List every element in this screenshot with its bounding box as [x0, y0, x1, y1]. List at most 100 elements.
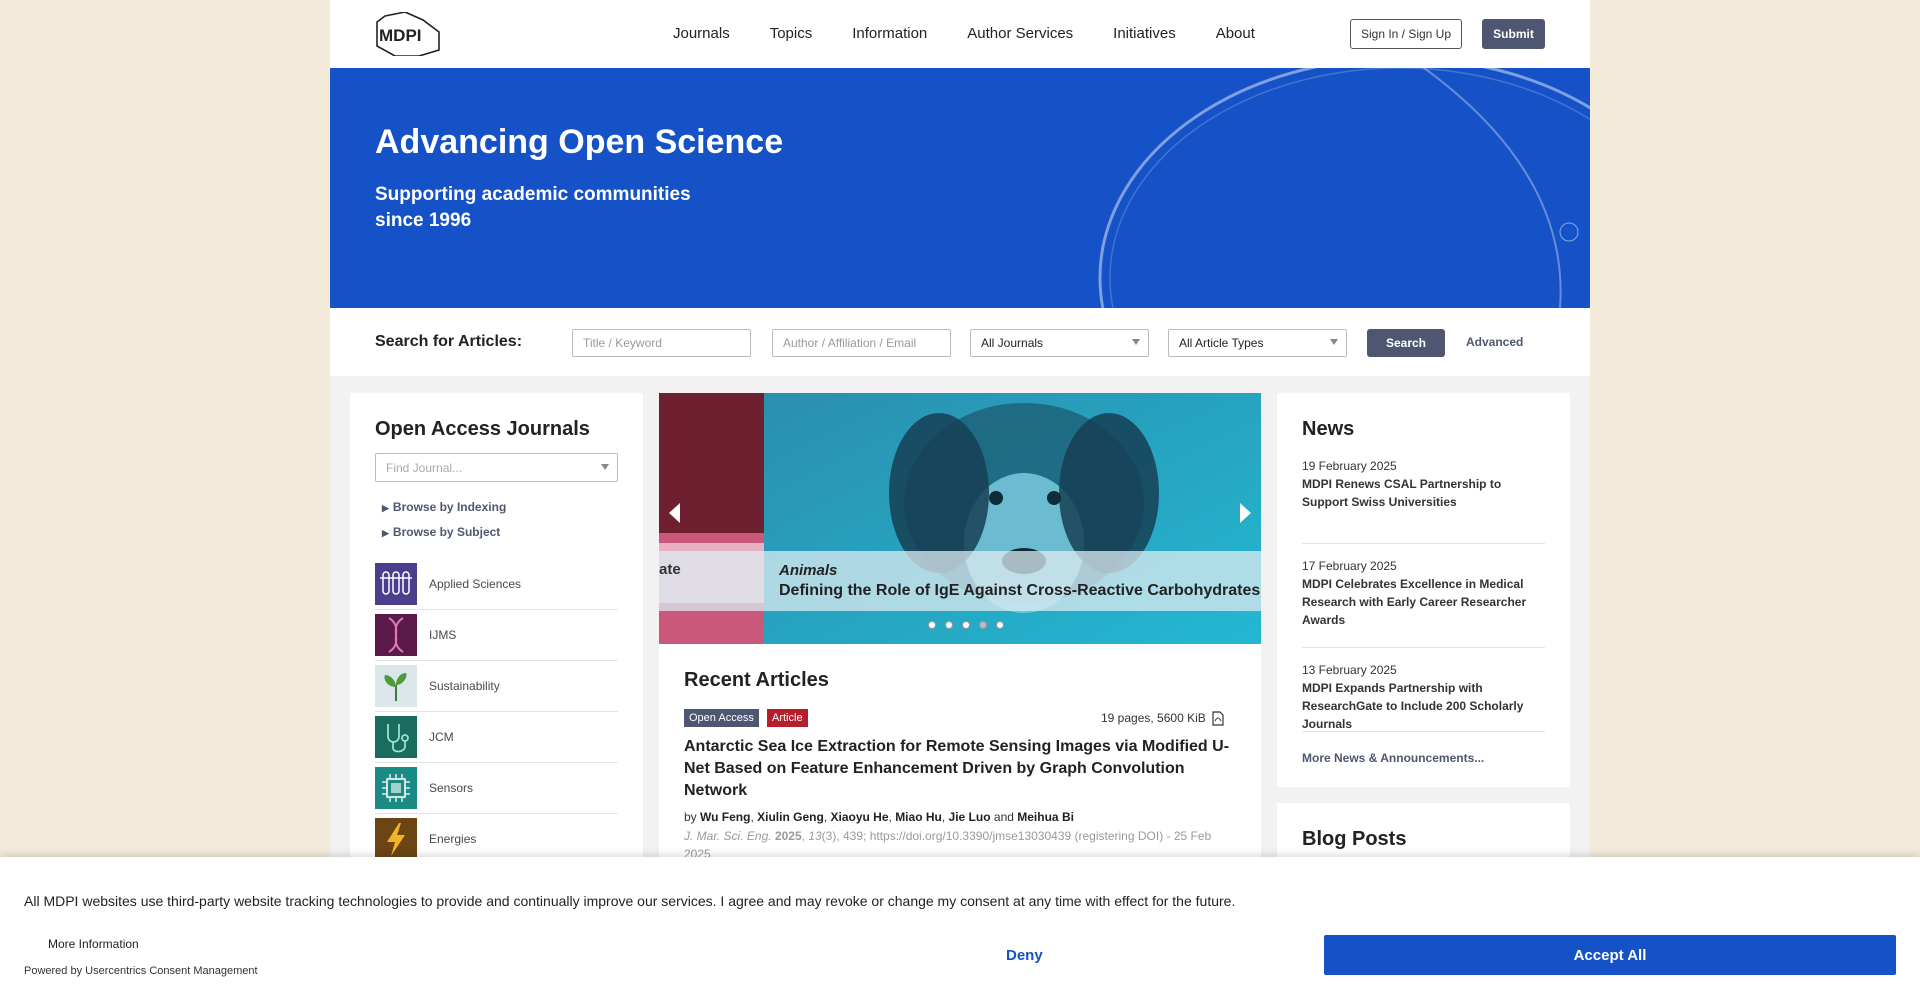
citation-volume: 13 [808, 829, 822, 843]
chevron-down-icon [1132, 339, 1140, 345]
carousel-caption-background [659, 551, 1261, 611]
article-search-bar: Search for Articles: Title / Keyword Aut… [330, 308, 1590, 376]
article-title[interactable]: Antarctic Sea Ice Extraction for Remote … [684, 736, 1244, 802]
search-label: Search for Articles: [375, 333, 523, 350]
author-link[interactable]: Miao Hu [895, 810, 942, 824]
carousel-dot[interactable] [928, 621, 936, 629]
cookie-consent-banner: All MDPI websites use third-party websit… [0, 857, 1920, 993]
blog-heading: Blog Posts [1302, 828, 1407, 850]
hero-banner: Advancing Open Science Supporting academ… [330, 68, 1590, 308]
journal-item-sensors[interactable]: Sensors [375, 763, 618, 814]
open-access-badge: Open Access [684, 709, 759, 727]
browse-by-subject[interactable]: ▶ Browse by Subject [382, 525, 500, 539]
news-heading: News [1302, 418, 1355, 440]
nav-author-services[interactable]: Author Services [967, 25, 1073, 42]
stethoscope-icon [375, 716, 417, 758]
nav-journals[interactable]: Journals [673, 25, 730, 42]
main-nav: Journals Topics Information Author Servi… [673, 25, 1255, 42]
news-item[interactable]: 17 February 2025 MDPI Celebrates Excelle… [1302, 544, 1545, 648]
article-authors: by Wu Feng, Xiulin Geng, Xiaoyu He, Miao… [684, 810, 1074, 824]
carousel-dot[interactable] [996, 621, 1004, 629]
browse-indexing-label: Browse by Indexing [392, 500, 507, 514]
journal-name: JCM [429, 730, 454, 744]
author-link[interactable]: Meihua Bi [1017, 810, 1074, 824]
hero-title: Advancing Open Science [375, 123, 784, 161]
consent-text: All MDPI websites use third-party websit… [24, 893, 1236, 909]
journal-item-sustainability[interactable]: Sustainability [375, 661, 618, 712]
carousel-journal: Animals [779, 562, 838, 579]
article-meta: 19 pages, 5600 KiB [1101, 711, 1206, 725]
news-item[interactable]: 19 February 2025 MDPI Renews CSAL Partne… [1302, 459, 1545, 544]
browse-subject-label: Browse by Subject [392, 525, 501, 539]
journal-item-ijms[interactable]: IJMS [375, 610, 618, 661]
news-date: 19 February 2025 [1302, 459, 1397, 473]
chevron-down-icon [1330, 339, 1338, 345]
more-news-link[interactable]: More News & Announcements... [1302, 751, 1484, 765]
page-container: MDPI Journals Topics Information Author … [330, 0, 1590, 993]
nav-topics[interactable]: Topics [770, 25, 813, 42]
carousel-next-arrow-icon[interactable] [1240, 503, 1251, 523]
article-type-select-value: All Article Types [1179, 336, 1264, 350]
carousel-dot-active[interactable] [979, 621, 987, 629]
journal-name: Energies [429, 832, 477, 846]
carousel-dot[interactable] [962, 621, 970, 629]
author-link[interactable]: Wu Feng [700, 810, 750, 824]
author-link[interactable]: Xiulin Geng [757, 810, 824, 824]
carousel-prev-arrow-icon[interactable] [669, 503, 680, 523]
journal-list: Applied Sciences IJMS Sustainability JCM… [375, 559, 618, 865]
recent-articles-heading: Recent Articles [684, 669, 829, 691]
author-link[interactable]: Xiaoyu He [830, 810, 888, 824]
citation-journal: J. Mar. Sci. Eng. [684, 829, 772, 843]
news-date: 17 February 2025 [1302, 559, 1397, 573]
by-label: by [684, 810, 697, 824]
journal-name: Sensors [429, 781, 474, 795]
find-journal-placeholder: Find Journal... [386, 460, 463, 475]
author-input[interactable]: Author / Affiliation / Email [772, 329, 951, 357]
carousel-dots [928, 621, 1004, 629]
citation-year: 2025 [774, 829, 802, 843]
find-journal-select[interactable]: Find Journal... [375, 453, 618, 482]
journals-heading: Open Access Journals [375, 418, 590, 440]
test-tubes-icon [375, 563, 417, 605]
journal-name: Sustainability [429, 679, 500, 693]
sprout-icon [375, 665, 417, 707]
article-type-badge: Article [767, 709, 808, 727]
journal-select[interactable]: All Journals [970, 329, 1149, 357]
pdf-download-icon[interactable] [1212, 711, 1224, 726]
author-link[interactable]: Jie Luo [949, 810, 991, 824]
hero-subtitle: Supporting academic communities since 19… [375, 184, 691, 231]
accept-all-button[interactable]: Accept All [1324, 935, 1896, 975]
nav-information[interactable]: Information [852, 25, 927, 42]
news-title[interactable]: MDPI Renews CSAL Partnership to Support … [1302, 475, 1545, 511]
chip-icon [375, 767, 417, 809]
search-button[interactable]: Search [1367, 329, 1445, 357]
browse-by-indexing[interactable]: ▶ Browse by Indexing [382, 500, 506, 514]
article-type-select[interactable]: All Article Types [1168, 329, 1347, 357]
logo-text: MDPI [379, 26, 422, 45]
journal-item-applied-sciences[interactable]: Applied Sciences [375, 559, 618, 610]
more-information-link[interactable]: More Information [48, 937, 139, 951]
news-title[interactable]: MDPI Celebrates Excellence in Medical Re… [1302, 575, 1545, 629]
journal-item-jcm[interactable]: JCM [375, 712, 618, 763]
triangle-right-icon: ▶ [382, 503, 389, 513]
nav-about[interactable]: About [1216, 25, 1255, 42]
carousel-title[interactable]: Defining the Role of IgE Against Cross-R… [779, 582, 1260, 600]
chevron-down-icon [601, 464, 609, 470]
news-title[interactable]: MDPI Expands Partnership with ResearchGa… [1302, 679, 1545, 733]
previous-slide-caption: ate [659, 561, 681, 578]
sign-in-button[interactable]: Sign In / Sign Up [1350, 19, 1462, 49]
news-item[interactable]: 13 February 2025 MDPI Expands Partnershi… [1302, 648, 1545, 732]
advanced-search-link[interactable]: Advanced [1466, 335, 1523, 349]
site-header: MDPI Journals Topics Information Author … [330, 0, 1590, 68]
journal-name: IJMS [429, 628, 457, 642]
triangle-right-icon: ▶ [382, 528, 389, 538]
deny-button[interactable]: Deny [1006, 947, 1043, 964]
nav-initiatives[interactable]: Initiatives [1113, 25, 1176, 42]
carousel-dot[interactable] [945, 621, 953, 629]
mdpi-logo[interactable]: MDPI [375, 12, 441, 56]
keyword-input[interactable]: Title / Keyword [572, 329, 751, 357]
journal-select-value: All Journals [981, 336, 1044, 350]
submit-button[interactable]: Submit [1482, 19, 1545, 49]
featured-carousel[interactable]: ate Animals Defining the Role of IgE Aga… [659, 393, 1261, 644]
and-label: and [993, 810, 1014, 824]
